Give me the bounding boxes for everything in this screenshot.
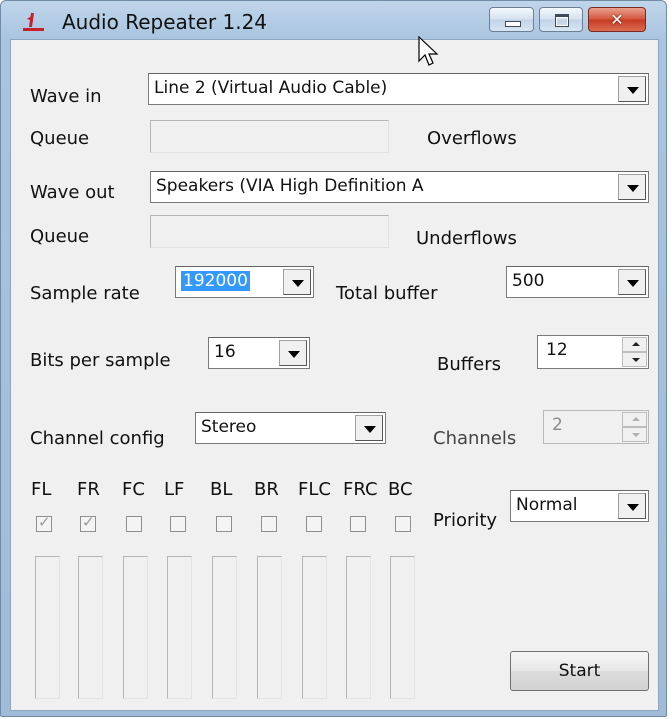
speaker-label-bl: BL — [210, 479, 233, 500]
wave-in-select[interactable]: Line 2 (Virtual Audio Cable) — [148, 73, 649, 105]
total-buffer-label: Total buffer — [336, 283, 438, 304]
close-icon: ✕ — [610, 10, 624, 29]
mouse-cursor-icon — [418, 36, 439, 66]
wave-in-queue-meter — [150, 120, 389, 153]
level-meter-br — [257, 556, 282, 699]
chevron-down-icon[interactable] — [618, 269, 646, 295]
wave-out-queue-label: Queue — [30, 226, 90, 247]
overflows-label: Overflows — [427, 128, 517, 149]
underflows-label: Underflows — [416, 228, 517, 249]
minimize-button[interactable] — [489, 7, 534, 32]
total-buffer-value: 500 — [512, 271, 545, 291]
speaker-checkbox-bc[interactable] — [395, 516, 411, 532]
close-button[interactable]: ✕ — [588, 7, 646, 32]
speaker-label-bc: BC — [388, 479, 413, 500]
chevron-down-icon[interactable] — [618, 493, 646, 519]
speaker-checkbox-frc[interactable] — [350, 516, 366, 532]
speaker-label-fc: FC — [122, 479, 145, 500]
speaker-label-br: BR — [254, 479, 279, 500]
wave-in-label: Wave in — [30, 86, 102, 107]
speaker-checkbox-bl[interactable] — [216, 516, 232, 532]
channels-value: 2 — [552, 415, 563, 435]
priority-label: Priority — [433, 510, 498, 531]
speaker-checkbox-lf[interactable] — [170, 516, 186, 532]
speaker-label-fl: FL — [31, 479, 52, 500]
buffers-label: Buffers — [437, 354, 502, 375]
sample-rate-select[interactable]: 192000 — [175, 266, 314, 298]
wave-out-select[interactable]: Speakers (VIA High Definition A — [150, 171, 649, 203]
level-meter-bc — [390, 556, 415, 699]
priority-value: Normal — [516, 495, 578, 515]
bits-per-sample-select[interactable]: 16 — [208, 337, 310, 369]
priority-select[interactable]: Normal — [510, 490, 649, 522]
level-meter-frc — [346, 556, 371, 699]
wave-out-label: Wave out — [30, 182, 115, 203]
chevron-down-icon[interactable] — [355, 415, 383, 441]
chevron-down-icon[interactable] — [618, 76, 646, 102]
spin-up-icon[interactable] — [622, 337, 647, 352]
speaker-checkbox-flc[interactable] — [306, 516, 322, 532]
channel-config-label: Channel config — [30, 428, 165, 449]
maximize-button[interactable] — [539, 7, 583, 32]
channel-config-value: Stereo — [201, 417, 257, 437]
speaker-label-frc: FRC — [343, 479, 378, 500]
level-meter-lf — [167, 556, 192, 699]
level-meter-flc — [302, 556, 327, 699]
sample-rate-label: Sample rate — [30, 283, 140, 304]
wave-out-queue-meter — [150, 215, 389, 248]
bits-per-sample-label: Bits per sample — [30, 350, 171, 371]
speaker-checkbox-fl[interactable] — [36, 513, 52, 532]
chevron-down-icon[interactable] — [618, 174, 646, 200]
chevron-down-icon[interactable] — [279, 340, 307, 366]
wave-in-value: Line 2 (Virtual Audio Cable) — [154, 78, 388, 98]
spin-down-icon — [622, 427, 647, 442]
channel-config-select[interactable]: Stereo — [195, 412, 386, 444]
level-meter-bl — [212, 556, 237, 699]
buffers-value: 12 — [546, 340, 568, 360]
channels-spinner: 2 — [543, 410, 649, 444]
speaker-checkbox-br[interactable] — [261, 516, 277, 532]
speaker-label-flc: FLC — [298, 479, 331, 500]
sample-rate-value: 192000 — [181, 271, 250, 291]
total-buffer-select[interactable]: 500 — [506, 266, 649, 298]
speaker-label-fr: FR — [77, 479, 100, 500]
wave-in-queue-label: Queue — [30, 128, 90, 149]
speaker-checkbox-fc[interactable] — [126, 516, 142, 532]
maximize-icon — [555, 14, 569, 27]
level-meter-fl — [35, 556, 60, 699]
app-icon — [23, 13, 44, 31]
speaker-checkbox-fr[interactable] — [80, 513, 96, 532]
buffers-spinner[interactable]: 12 — [537, 335, 649, 369]
level-meter-fr — [78, 556, 103, 699]
spin-down-icon[interactable] — [622, 352, 647, 367]
channels-label: Channels — [433, 428, 517, 449]
speaker-label-lf: LF — [164, 479, 185, 500]
wave-out-value: Speakers (VIA High Definition A — [156, 176, 424, 196]
start-button[interactable]: Start — [510, 651, 649, 691]
spin-up-icon — [622, 412, 647, 427]
window-title: Audio Repeater 1.24 — [62, 10, 268, 34]
chevron-down-icon[interactable] — [283, 269, 311, 295]
title-bar[interactable]: Audio Repeater 1.24 ✕ — [1, 1, 666, 39]
minimize-icon — [505, 21, 521, 27]
level-meter-fc — [123, 556, 148, 699]
bits-per-sample-value: 16 — [214, 342, 236, 362]
